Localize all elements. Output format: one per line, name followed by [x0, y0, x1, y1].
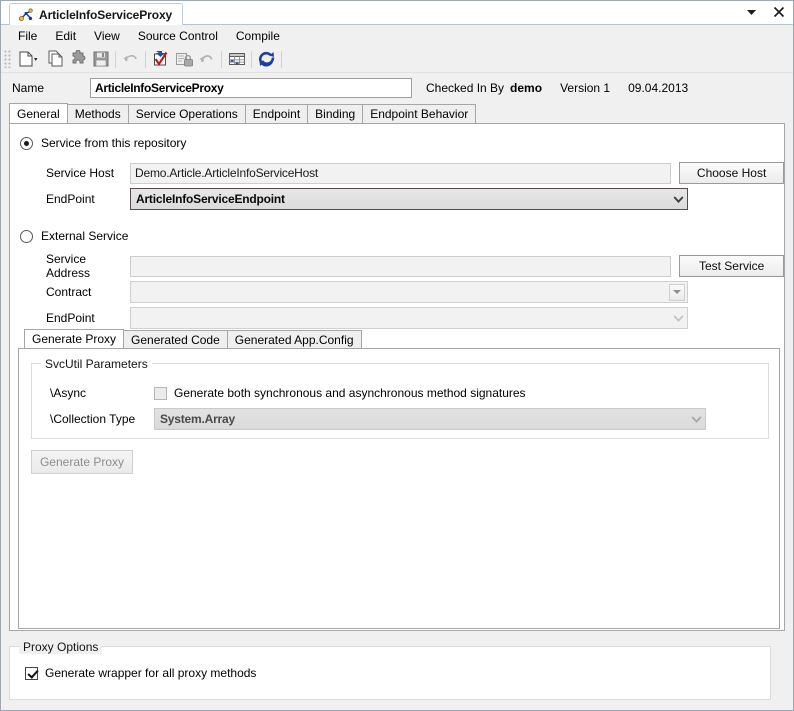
- toolbar-separator: [251, 50, 252, 68]
- checkin-date: 09.04.2013: [628, 81, 689, 95]
- tab-endpoint[interactable]: Endpoint: [244, 104, 309, 123]
- async-checkbox-label: Generate both synchronous and asynchrono…: [174, 386, 526, 400]
- toolbar-grip[interactable]: [4, 50, 11, 68]
- checkin-meta: Checked In By demo Version 1 09.04.2013: [426, 81, 688, 95]
- collection-type-label: \Collection Type: [50, 412, 136, 426]
- tab-endpoint-behavior[interactable]: Endpoint Behavior: [362, 104, 477, 123]
- grid-icon[interactable]: [225, 48, 248, 70]
- radio-external-label: External Service: [41, 229, 129, 243]
- menu-item-view[interactable]: View: [85, 27, 129, 45]
- endpoint-combobox[interactable]: ArticleInfoServiceEndpoint: [130, 188, 688, 210]
- toolbar: [1, 46, 793, 73]
- refresh-icon[interactable]: [255, 48, 278, 70]
- name-input[interactable]: [90, 78, 412, 98]
- generate-wrapper-label: Generate wrapper for all proxy methods: [45, 666, 257, 680]
- inner-tabstrip: Generate Proxy Generated Code Generated …: [18, 329, 780, 348]
- window-controls: [743, 4, 787, 20]
- radio-repository-label: Service from this repository: [41, 136, 187, 150]
- collection-type-row: \Collection Type System.Array: [32, 406, 768, 432]
- svcutil-group-title: SvcUtil Parameters: [41, 357, 152, 371]
- menu-item-edit[interactable]: Edit: [46, 27, 85, 45]
- inner-tab-generate-proxy[interactable]: Generate Proxy: [24, 329, 125, 348]
- contract-row: Contract: [10, 279, 784, 305]
- test-service-button[interactable]: Test Service: [679, 255, 784, 277]
- proxy-options-group: Proxy Options Generate wrapper for all p…: [9, 640, 771, 700]
- endpoint-combobox-value: ArticleInfoServiceEndpoint: [136, 192, 285, 206]
- radio-service-from-repository[interactable]: [20, 136, 33, 150]
- chevron-down-icon: [688, 415, 705, 423]
- close-icon[interactable]: [771, 4, 787, 20]
- tab-binding[interactable]: Binding: [307, 104, 364, 123]
- menubar: File Edit View Source Control Compile: [1, 25, 793, 46]
- collection-type-value: System.Array: [160, 412, 235, 426]
- general-tab-page: Service from this repository Service Hos…: [9, 123, 785, 631]
- async-checkbox[interactable]: [154, 386, 167, 400]
- generate-proxy-button[interactable]: Generate Proxy: [31, 450, 133, 474]
- service-address-input[interactable]: [130, 255, 672, 277]
- service-address-row: Service Address Test Service: [10, 252, 784, 280]
- endpoint-row: EndPoint ArticleInfoServiceEndpoint: [10, 186, 784, 212]
- chevron-down-icon[interactable]: [743, 4, 759, 20]
- tab-service-operations[interactable]: Service Operations: [127, 104, 246, 123]
- async-row: \Async Generate both synchronous and asy…: [32, 380, 768, 406]
- inner-tab-generated-app-config[interactable]: Generated App.Config: [226, 330, 362, 348]
- service-host-row: Service Host Demo.Article.ArticleInfoSer…: [10, 160, 784, 186]
- contract-combobox[interactable]: [130, 281, 688, 303]
- wrapper-checkbox-row: Generate wrapper for all proxy methods: [10, 658, 770, 688]
- radio-external-service[interactable]: [20, 229, 33, 243]
- checked-in-by-user: demo: [510, 81, 543, 95]
- application-window: ArticleInfoServiceProxy File Edit View S…: [0, 0, 794, 711]
- main-tabstrip: General Methods Service Operations Endpo…: [1, 103, 793, 123]
- external-endpoint-combobox[interactable]: [130, 307, 688, 329]
- titlebar: ArticleInfoServiceProxy: [1, 1, 793, 25]
- toolbar-separator: [281, 50, 282, 68]
- check-out-lock-icon[interactable]: [172, 48, 195, 70]
- service-node-icon: [18, 8, 34, 22]
- chevron-down-icon: [670, 314, 687, 322]
- new-icon[interactable]: [13, 48, 43, 70]
- undo-icon[interactable]: [119, 48, 142, 70]
- generate-wrapper-checkbox[interactable]: [25, 666, 38, 680]
- external-endpoint-label: EndPoint: [46, 311, 95, 325]
- menu-item-file[interactable]: File: [9, 27, 46, 45]
- proxy-options-title: Proxy Options: [19, 640, 103, 654]
- toolbar-separator: [115, 50, 116, 68]
- name-row: Name Checked In By demo Version 1 09.04.…: [1, 73, 793, 103]
- radio-row-repository[interactable]: Service from this repository: [10, 132, 784, 154]
- service-address-label: Service Address: [46, 252, 91, 280]
- save-icon[interactable]: [89, 48, 112, 70]
- copy-icon[interactable]: [43, 48, 66, 70]
- inner-tab-control: Generate Proxy Generated Code Generated …: [18, 329, 780, 629]
- service-host-label: Service Host: [46, 166, 115, 180]
- version-label: Version 1: [560, 81, 611, 95]
- check-in-icon[interactable]: [149, 48, 172, 70]
- async-label: \Async: [50, 386, 87, 400]
- menu-item-compile[interactable]: Compile: [227, 27, 289, 45]
- chevron-down-icon: [670, 195, 687, 203]
- toolbar-separator: [145, 50, 146, 68]
- choose-host-button[interactable]: Choose Host: [679, 162, 784, 184]
- radio-row-external[interactable]: External Service: [10, 225, 784, 247]
- inner-tab-generated-code[interactable]: Generated Code: [123, 330, 228, 348]
- triangle-down-icon[interactable]: [669, 283, 685, 301]
- external-endpoint-row: EndPoint: [10, 305, 784, 331]
- name-label: Name: [12, 81, 45, 95]
- svcutil-parameters-group: SvcUtil Parameters \Async Generate both …: [31, 357, 769, 439]
- plugin-icon[interactable]: [66, 48, 89, 70]
- document-tab-label: ArticleInfoServiceProxy: [39, 7, 173, 22]
- checked-in-by-label: Checked In By: [426, 81, 505, 95]
- endpoint-label: EndPoint: [46, 192, 95, 206]
- collection-type-combobox[interactable]: System.Array: [154, 408, 706, 430]
- menu-item-source-control[interactable]: Source Control: [129, 27, 227, 45]
- undo-checkout-icon[interactable]: [195, 48, 218, 70]
- tab-general[interactable]: General: [9, 103, 68, 123]
- service-host-input[interactable]: Demo.Article.ArticleInfoServiceHost: [130, 162, 672, 184]
- contract-label: Contract: [46, 285, 92, 299]
- toolbar-separator: [221, 50, 222, 68]
- document-tab[interactable]: ArticleInfoServiceProxy: [9, 3, 184, 25]
- generate-proxy-page: SvcUtil Parameters \Async Generate both …: [18, 348, 780, 629]
- tab-methods[interactable]: Methods: [66, 104, 129, 123]
